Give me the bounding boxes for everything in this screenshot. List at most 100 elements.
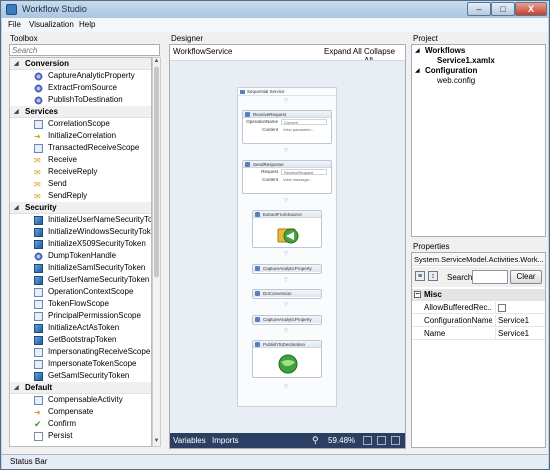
imports-tab[interactable]: Imports (212, 436, 239, 445)
toolbox-item[interactable]: ExtractFromSource (10, 82, 151, 94)
toolbox-item[interactable]: ✉ Receive (10, 154, 151, 166)
menu-visualization[interactable]: Visualization (29, 20, 74, 29)
envelope-arrow-icon: ✉ (34, 156, 41, 165)
sequence-icon (240, 90, 245, 94)
operation-name-field[interactable]: Convert (281, 119, 327, 125)
toolbox-item[interactable]: InitializeSamlSecurityToken (10, 262, 151, 274)
properties-search-input[interactable] (472, 270, 508, 284)
designer-footer: Variables Imports ⚲ 59.48% (170, 433, 405, 448)
category-conversion[interactable]: ◢ Conversion (10, 58, 151, 70)
toolbox-item[interactable]: OperationContextScope (10, 286, 151, 298)
category-security[interactable]: ◢ Security (10, 202, 151, 214)
flow-arrow-icon: ▽ (284, 384, 288, 390)
toolbox-item[interactable]: ✉ SendReply (10, 190, 151, 202)
scope-icon (34, 312, 43, 321)
property-category[interactable]: − Misc (412, 289, 545, 301)
toolbox-item[interactable]: PublishToDestination (10, 94, 151, 106)
toolbox-item[interactable]: ✉ ReceiveReply (10, 166, 151, 178)
status-bar: Status Bar (2, 454, 548, 469)
compensate-arrow-icon: ➜ (34, 408, 41, 417)
toolbox-item[interactable]: GetUserNameSecurityToken (10, 274, 151, 286)
toolbox-item[interactable]: ✔ Confirm (10, 418, 151, 430)
tree-node-configuration[interactable]: Configuration (425, 66, 477, 75)
conversion-activity[interactable]: DoConversion (252, 289, 322, 299)
receive-activity[interactable]: ReceiveRequest OperationName Convert Cont… (242, 110, 332, 144)
capture-activity[interactable]: CaptureAnalyticProperty (252, 264, 322, 274)
toolbox-item[interactable]: TokenFlowScope (10, 298, 151, 310)
content-link[interactable]: View message... (281, 177, 327, 183)
gear-icon (34, 84, 43, 93)
content-link[interactable]: View parameter... (281, 127, 327, 133)
reset-zoom-icon[interactable] (377, 436, 386, 445)
project-title: Project (413, 34, 438, 43)
expander-icon[interactable]: ◢ (415, 47, 420, 54)
toolbox-item[interactable]: InitializeWindowsSecurityToken (10, 226, 151, 238)
folder-globe-icon (277, 228, 299, 244)
window-title: Workflow Studio (22, 4, 87, 14)
minimize-button[interactable]: – (467, 2, 491, 16)
sequence-activity[interactable]: Sequential Service ▽ ReceiveRequest Oper… (237, 87, 337, 407)
overview-map-icon[interactable] (391, 436, 400, 445)
search-label: Search: (447, 273, 475, 282)
property-row[interactable]: ConfigurationName Service1 (412, 315, 545, 327)
publish-activity[interactable]: PublishToDestination (252, 340, 322, 378)
category-services[interactable]: ◢ Services (10, 106, 151, 118)
toolbox-item[interactable]: TransactedReceiveScope (10, 142, 151, 154)
toolbox-item[interactable]: ImpersonateTokenScope (10, 358, 151, 370)
variables-tab[interactable]: Variables (173, 436, 206, 445)
menu-help[interactable]: Help (79, 20, 95, 29)
toolbox-search-input[interactable] (9, 44, 160, 56)
expand-all-link[interactable]: Expand All (324, 47, 362, 56)
toolbox-item[interactable]: ➜ InitializeCorrelation (10, 130, 151, 142)
toolbox-item[interactable]: ImpersonatingReceiveScope (10, 346, 151, 358)
category-default[interactable]: ◢ Default (10, 382, 151, 394)
alphabetical-icon[interactable]: ↕ (428, 271, 438, 281)
categorized-icon[interactable]: ≡ (415, 271, 425, 281)
toolbox-item[interactable]: ✉ Send (10, 178, 151, 190)
toolbox-item[interactable]: GetSamlSecurityToken (10, 370, 151, 382)
toolbox-item[interactable]: InitializeUserNameSecurityToken (10, 214, 151, 226)
tree-node-service-file[interactable]: Service1.xamlx (437, 56, 495, 65)
expander-icon[interactable]: ◢ (415, 67, 420, 74)
flow-arrow-icon: ▽ (284, 328, 288, 334)
clear-button[interactable]: Clear (510, 270, 542, 284)
activity-icon (34, 276, 43, 285)
scrollbar-thumb[interactable] (154, 67, 159, 277)
scope-icon (34, 360, 43, 369)
toolbox-item[interactable]: CaptureAnalyticProperty (10, 70, 151, 82)
zoom-icon[interactable]: ⚲ (312, 435, 319, 446)
close-button[interactable]: X (515, 2, 547, 16)
scroll-up-icon[interactable]: ▲ (153, 58, 160, 66)
toolbox-item[interactable]: ➜ Compensate (10, 406, 151, 418)
breadcrumb[interactable]: WorkflowService (173, 47, 232, 56)
flow-arrow-icon: ▽ (284, 277, 288, 283)
toolbox-item[interactable]: CorrelationScope (10, 118, 151, 130)
designer-title: Designer (171, 34, 204, 43)
property-row[interactable]: AllowBufferedRec... (412, 302, 545, 314)
scroll-down-icon[interactable]: ▼ (153, 438, 160, 446)
envelope-arrow-icon: ✉ (34, 180, 41, 189)
collapse-icon[interactable]: − (414, 291, 421, 298)
toolbox-scrollbar[interactable]: ▲ ▼ (152, 57, 161, 447)
app-window: Workflow Studio – □ X File Visualization… (0, 0, 550, 470)
request-field[interactable]: ReceiveRequest (281, 169, 327, 175)
menu-file[interactable]: File (8, 20, 21, 29)
fit-to-screen-icon[interactable] (363, 436, 372, 445)
toolbox-item[interactable]: CompensableActivity (10, 394, 151, 406)
designer-canvas[interactable]: Sequential Service ▽ ReceiveRequest Oper… (170, 60, 405, 433)
maximize-button[interactable]: □ (491, 2, 515, 16)
extract-activity[interactable]: ExtractFromSource (252, 210, 322, 248)
toolbox-item[interactable]: DumpTokenHandle (10, 250, 151, 262)
title-bar[interactable]: Workflow Studio – □ X (1, 1, 549, 18)
capture-activity[interactable]: CaptureAnalyticProperty (252, 315, 322, 325)
property-row[interactable]: Name Service1 (412, 328, 545, 340)
toolbox-item[interactable]: GetBootstrapToken (10, 334, 151, 346)
toolbox-item[interactable]: PrincipalPermissionScope (10, 310, 151, 322)
toolbox-item[interactable]: InitializeX509SecurityToken (10, 238, 151, 250)
toolbox-item[interactable]: InitializeActAsToken (10, 322, 151, 334)
tree-node-config-file[interactable]: web.config (437, 76, 475, 85)
send-activity[interactable]: SendResponse Request ReceiveRequest Conte… (242, 160, 332, 194)
tree-node-workflows[interactable]: Workflows (425, 46, 465, 55)
toolbox-item[interactable]: Persist (10, 430, 151, 442)
checkbox[interactable] (498, 304, 506, 312)
